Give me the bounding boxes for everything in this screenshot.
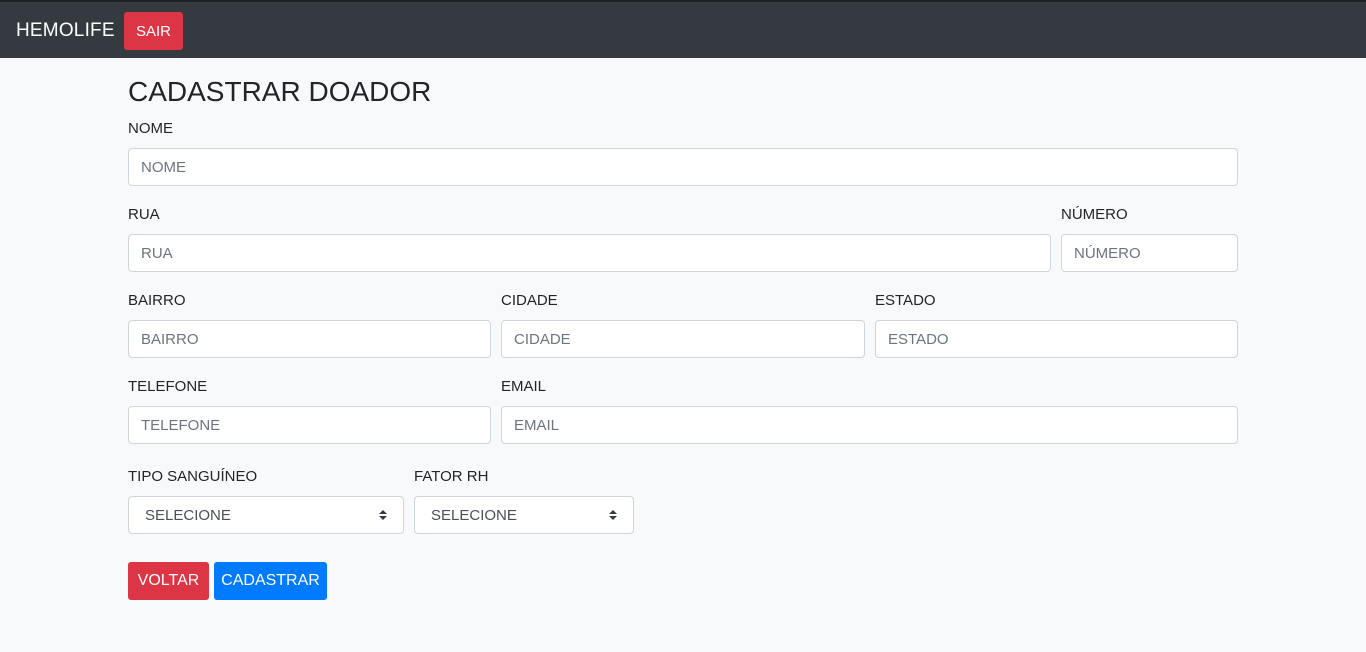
telefone-label: TELEFONE	[128, 378, 208, 395]
email-input[interactable]	[501, 406, 1238, 444]
email-label: EMAIL	[501, 378, 547, 395]
tipo-sanguineo-select[interactable]: SELECIONE	[128, 496, 404, 534]
bairro-label: BAIRRO	[128, 292, 186, 309]
submit-button[interactable]: CADASTRAR	[214, 562, 327, 600]
nome-label: NOME	[128, 120, 173, 137]
tipo-sanguineo-selected: SELECIONE	[145, 506, 231, 524]
nome-input[interactable]	[128, 148, 1238, 186]
back-button[interactable]: VOLTAR	[128, 562, 209, 600]
sort-caret-icon	[609, 510, 617, 520]
rua-input[interactable]	[128, 234, 1051, 272]
fator-rh-select[interactable]: SELECIONE	[414, 496, 634, 534]
page-title: CADASTRAR DOADOR	[128, 76, 432, 107]
numero-input[interactable]	[1061, 234, 1238, 272]
bairro-input[interactable]	[128, 320, 491, 358]
exit-button[interactable]: SAIR	[124, 12, 183, 50]
numero-label: NÚMERO	[1061, 206, 1128, 223]
tipo-sanguineo-label: TIPO SANGUÍNEO	[128, 468, 258, 485]
brand-logo[interactable]: HEMOLIFE	[16, 20, 115, 42]
estado-input[interactable]	[875, 320, 1238, 358]
telefone-input[interactable]	[128, 406, 491, 444]
fator-rh-selected: SELECIONE	[431, 506, 517, 524]
sort-caret-icon	[379, 510, 387, 520]
rua-label: RUA	[128, 206, 160, 223]
fator-rh-label: FATOR RH	[414, 468, 489, 485]
estado-label: ESTADO	[875, 292, 936, 309]
cidade-label: CIDADE	[501, 292, 558, 309]
cidade-input[interactable]	[501, 320, 865, 358]
top-navbar: HEMOLIFE SAIR	[0, 0, 1366, 58]
